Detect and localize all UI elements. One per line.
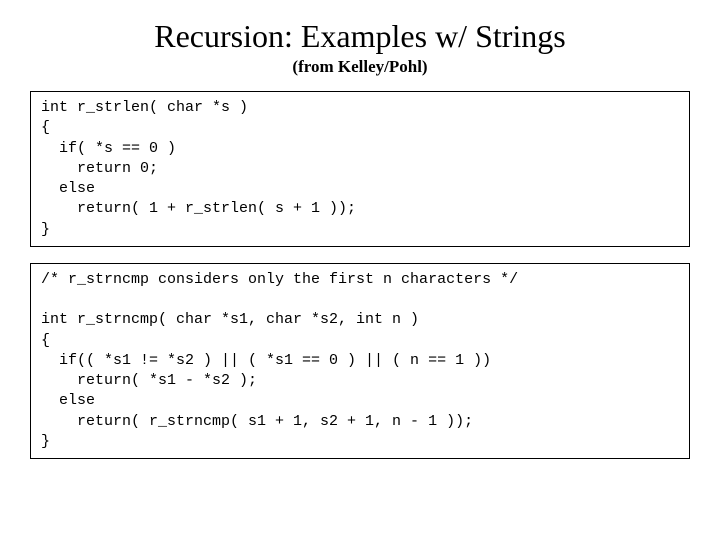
code-block-strncmp: /* r_strncmp considers only the first n … (30, 263, 690, 459)
slide-subtitle: (from Kelley/Pohl) (30, 57, 690, 77)
slide: Recursion: Examples w/ Strings (from Kel… (0, 0, 720, 485)
code-block-strlen: int r_strlen( char *s ) { if( *s == 0 ) … (30, 91, 690, 247)
slide-title: Recursion: Examples w/ Strings (30, 18, 690, 55)
